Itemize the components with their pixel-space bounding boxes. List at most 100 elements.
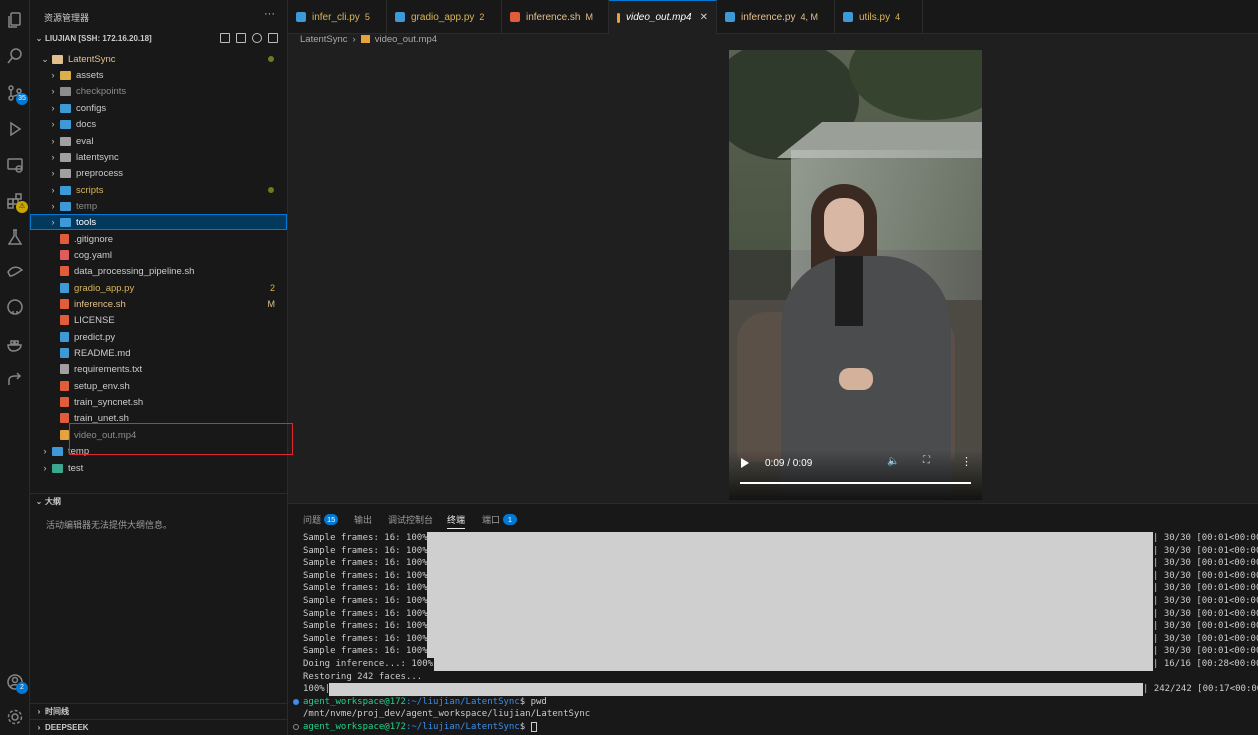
manage-gear-icon[interactable] [3,705,27,729]
docker-icon[interactable] [3,332,27,356]
file-icon [60,283,69,293]
editor-tab[interactable]: infer_cli.py 5 [288,0,387,34]
chevron-down-icon: ⌄ [35,497,43,506]
terminal-progress-bar [427,632,1153,646]
panel-tab-label: 输出 [354,515,373,525]
timeline-section-header[interactable]: › 时间线 [30,703,288,719]
tree-folder-item[interactable]: › tools [30,214,287,230]
scm-badge: 35 [16,93,28,105]
git-decoration: 2 [269,283,275,293]
video-progress-bar[interactable] [740,482,971,484]
tree-folder-item[interactable]: › assets [30,67,287,83]
outline-section-header[interactable]: ⌄ 大纲 [30,493,288,509]
folder-icon [60,185,71,195]
tab-decoration: 5 [364,12,370,22]
new-folder-icon[interactable] [236,33,246,43]
bird-icon[interactable] [3,259,27,283]
chevron-right-icon: › [51,168,55,178]
play-icon[interactable] [741,458,749,468]
panel-tab-badge: 1 [503,514,518,525]
tree-file-item[interactable]: cog.yaml [30,247,287,263]
breadcrumb-separator: › [352,33,356,45]
chevron-right-icon: › [51,119,55,129]
panel-tab[interactable]: 端口 1 [482,513,518,526]
tree-folder-item[interactable]: › docs [30,116,287,132]
extensions-icon[interactable]: ⚠ [3,189,28,213]
volume-icon[interactable]: 🔈 [887,456,899,467]
panel-tab[interactable]: 问题 15 [303,513,339,526]
tree-folder-item[interactable]: › latentsync [30,149,287,165]
share-icon[interactable] [3,367,27,391]
terminal-line-text: Sample frames: 16: 100%| [303,545,434,556]
more-options-icon[interactable]: ⋮ [961,455,972,468]
explorer-icon[interactable] [3,8,27,32]
github-icon[interactable] [3,295,27,319]
outline-title: 大纲 [45,497,61,506]
terminal-line-text: Sample frames: 16: 100%| [303,608,434,619]
panel-tab[interactable]: 输出 [354,513,372,526]
terminal-progress-bar [427,544,1153,558]
tree-folder-item[interactable]: › temp [30,198,287,214]
tree-folder-item[interactable]: › test [30,460,287,476]
tree-file-item[interactable]: setup_env.sh [30,378,287,394]
video-player[interactable]: 0:09 / 0:09 🔈 ⛶ ⋮ [729,50,982,500]
tree-file-item[interactable]: .gitignore [30,231,287,247]
tree-folder-item[interactable]: › configs [30,100,287,116]
editor-tab[interactable]: utils.py 4 [835,0,923,34]
chevron-right-icon: › [51,103,55,113]
new-file-icon[interactable] [220,33,230,43]
tree-folder-item[interactable]: › scripts [30,182,287,198]
panel-tab[interactable]: 终端 [447,513,466,529]
tree-file-item[interactable]: predict.py [30,329,287,345]
tree-item-label: data_processing_pipeline.sh [74,265,195,277]
tree-file-item[interactable]: data_processing_pipeline.sh [30,263,287,279]
tree-item-label: eval [76,135,94,147]
editor-tab[interactable]: inference.py 4, M [717,0,835,34]
source-control-icon[interactable]: 35 [3,81,28,105]
terminal-line-text: Sample frames: 16: 100%| [303,558,434,569]
folder-icon [60,152,71,162]
tree-file-item[interactable]: requirements.txt [30,361,287,377]
collapse-all-icon[interactable] [268,33,278,43]
tree-file-item[interactable]: LICENSE [30,312,287,328]
breadcrumb-file[interactable]: video_out.mp4 [375,34,437,45]
tree-folder-item[interactable]: › preprocess [30,165,287,181]
tree-item-label: latentsync [76,151,119,163]
tree-folder-item[interactable]: › checkpoints [30,83,287,99]
fullscreen-icon[interactable]: ⛶ [923,455,930,466]
tree-file-item[interactable]: README.md [30,345,287,361]
workspace-section-header[interactable]: ⌄ LIUJIAN [SSH: 172.16.20.18] [30,30,288,46]
editor-tab[interactable]: inference.sh M [502,0,609,34]
tree-file-item[interactable]: gradio_app.py 2 [30,280,287,296]
panel-tab[interactable]: 调试控制台 [388,513,433,526]
tree-file-item[interactable]: train_syncnet.sh [30,394,287,410]
account-badge: 2 [16,682,28,694]
remote-explorer-icon[interactable] [3,153,27,177]
tree-file-item[interactable]: inference.sh M [30,296,287,312]
folder-icon [52,463,63,473]
activity-bar: 35 ⚠ 2 [0,0,30,735]
account-icon[interactable]: 2 [3,670,28,694]
refresh-icon[interactable] [252,33,262,43]
git-decoration: M [267,299,276,309]
file-icon [60,364,69,374]
editor-tab[interactable]: gradio_app.py 2 [387,0,502,34]
deepseek-section-header[interactable]: › DEEPSEEK [30,719,288,735]
explorer-sidebar: 资源管理器 ··· ⌄ LIUJIAN [SSH: 172.16.20.18] … [30,0,293,735]
run-debug-icon[interactable] [3,117,27,141]
breadcrumb-folder[interactable]: LatentSync [300,34,348,45]
chevron-right-icon: › [43,463,47,473]
close-icon[interactable]: ✕ [700,12,708,23]
sidebar-more-button[interactable]: ··· [264,8,275,20]
terminal-line-text: Sample frames: 16: 100%| [303,533,434,543]
tree-folder-item[interactable]: › eval [30,133,287,149]
terminal-progress-bar [427,620,1153,633]
folder-icon [60,103,71,113]
file-icon [60,266,69,276]
tree-folder-item[interactable]: ⌄ LatentSync [30,51,287,67]
testing-icon[interactable] [3,225,27,249]
search-icon[interactable] [3,44,27,68]
terminal-line-text: Sample frames: 16: 100%| [303,646,434,657]
editor-tab[interactable]: video_out.mp4 ✕ [609,0,717,34]
folder-icon [60,86,71,96]
